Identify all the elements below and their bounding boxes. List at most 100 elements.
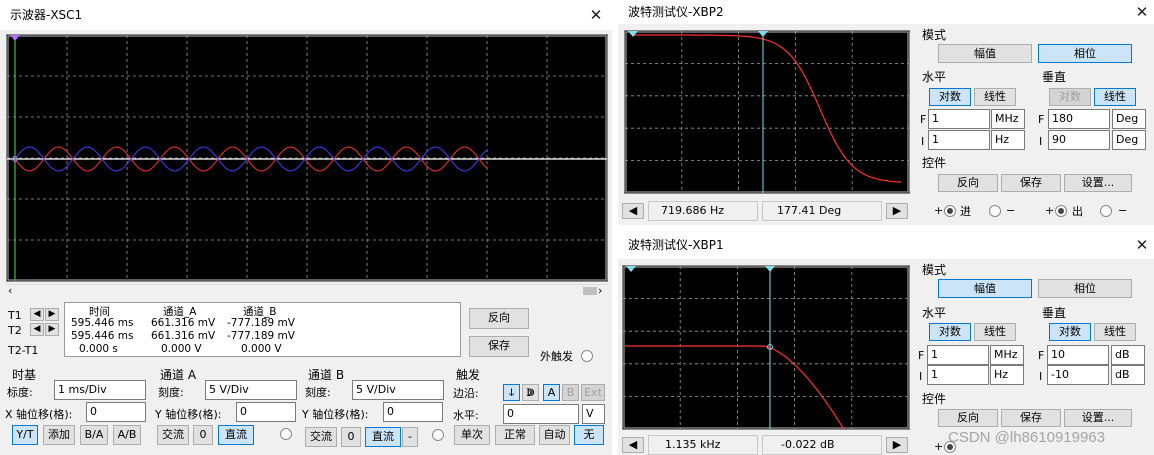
add-button[interactable]: 添加 bbox=[43, 425, 75, 445]
bode1-magnitude-button[interactable]: 幅值 bbox=[938, 279, 1032, 298]
channel-b-ac-button[interactable]: 交流 bbox=[305, 427, 337, 447]
channel-a-zero-button[interactable]: 0 bbox=[193, 425, 213, 445]
bode2-out-plus-radio[interactable] bbox=[1055, 205, 1067, 217]
bode1-reverse-button[interactable]: 反向 bbox=[938, 409, 998, 427]
trigger-level-unit[interactable]: V bbox=[582, 404, 605, 424]
t1-left-arrow-icon[interactable]: ◀ bbox=[30, 308, 44, 321]
bode1-h-final-unit[interactable]: MHz bbox=[990, 345, 1024, 365]
bode2-in-minus-radio[interactable] bbox=[989, 205, 1001, 217]
channel-b-radio[interactable] bbox=[432, 429, 444, 441]
bode2-save-button[interactable]: 保存 bbox=[1001, 174, 1061, 192]
trigger-source-ext-button[interactable]: Ext bbox=[581, 384, 605, 401]
x-position-field[interactable]: 0 bbox=[86, 402, 146, 422]
bode2-h-log-button[interactable]: 对数 bbox=[929, 88, 971, 106]
bode2-h-initial-unit[interactable]: Hz bbox=[991, 130, 1025, 150]
channel-b-dc-button[interactable]: 直流 bbox=[365, 427, 401, 447]
magnitude-curve bbox=[625, 345, 845, 429]
scroll-thumb[interactable] bbox=[583, 287, 597, 295]
phase-curve bbox=[633, 34, 902, 183]
channel-a-scale-field[interactable]: 5 V/Div bbox=[205, 380, 297, 400]
bode1-save-button[interactable]: 保存 bbox=[1001, 409, 1061, 427]
t2-channel-a: 661.316 mV bbox=[151, 330, 216, 342]
bode2-out-plus-label: + bbox=[1045, 204, 1055, 217]
channel-a-dc-button[interactable]: 直流 bbox=[218, 425, 254, 445]
bode2-v-final-field[interactable]: 180 bbox=[1048, 109, 1110, 129]
bode2-right-arrow-icon[interactable]: ▶ bbox=[886, 203, 908, 219]
bode1-plot[interactable] bbox=[622, 265, 910, 430]
none-button[interactable]: 无 bbox=[574, 425, 604, 445]
normal-button[interactable]: 正常 bbox=[495, 425, 535, 445]
timebase-scale-field[interactable]: 1 ms/Div bbox=[54, 380, 146, 400]
bode1-h-lin-button[interactable]: 线性 bbox=[974, 323, 1016, 341]
ba-button[interactable]: B/A bbox=[80, 425, 108, 445]
falling-edge-icon[interactable]: ↇ bbox=[522, 384, 539, 401]
bode2-h-lin-button[interactable]: 线性 bbox=[974, 88, 1016, 106]
close-icon[interactable]: ✕ bbox=[582, 0, 610, 30]
reverse-button[interactable]: 反向 bbox=[469, 308, 529, 329]
channel-b-minus-button[interactable]: - bbox=[402, 427, 418, 447]
channel-a-ypos-field[interactable]: 0 bbox=[236, 402, 296, 422]
bode2-setup-button[interactable]: 设置... bbox=[1064, 174, 1132, 192]
bode1-v-log-button[interactable]: 对数 bbox=[1049, 323, 1091, 341]
bode1-v-initial-field[interactable]: -10 bbox=[1047, 365, 1109, 385]
save-button[interactable]: 保存 bbox=[469, 336, 529, 357]
bode1-v-lin-button[interactable]: 线性 bbox=[1094, 323, 1136, 341]
trigger-level-field[interactable]: 0 bbox=[503, 404, 579, 424]
bode2-in-plus-radio[interactable] bbox=[944, 205, 956, 217]
channel-b-zero-button[interactable]: 0 bbox=[341, 427, 361, 447]
bode1-h-log-button[interactable]: 对数 bbox=[929, 323, 971, 341]
oscilloscope-screen[interactable] bbox=[6, 34, 608, 282]
bode1-right-arrow-icon[interactable]: ▶ bbox=[886, 437, 908, 453]
bode2-h-initial-field[interactable]: 1 bbox=[928, 130, 990, 150]
channel-b-ypos-field[interactable]: 0 bbox=[383, 402, 443, 422]
bode1-v-final-field[interactable]: 10 bbox=[1047, 345, 1109, 365]
bode1-left-arrow-icon[interactable]: ◀ bbox=[622, 437, 644, 453]
bode2-v-log-button[interactable]: 对数 bbox=[1049, 88, 1091, 106]
bode1-h-initial-unit[interactable]: Hz bbox=[990, 365, 1024, 385]
bode1-phase-button[interactable]: 相位 bbox=[1038, 279, 1132, 298]
channel-a-radio[interactable] bbox=[280, 428, 292, 440]
bode2-phase-button[interactable]: 相位 bbox=[1038, 44, 1132, 63]
bode2-h-final-unit[interactable]: MHz bbox=[991, 109, 1025, 129]
bode1-h-initial-label: I bbox=[919, 370, 923, 383]
external-trigger-radio[interactable] bbox=[581, 350, 593, 362]
bode2-plot[interactable] bbox=[624, 30, 910, 194]
scroll-right-icon[interactable]: › bbox=[598, 284, 602, 297]
close-icon[interactable]: ✕ bbox=[1128, 231, 1154, 259]
bode1-v-initial-unit[interactable]: dB bbox=[1111, 365, 1145, 385]
bode2-v-final-unit[interactable]: Deg bbox=[1112, 109, 1146, 129]
rising-edge-icon[interactable]: ↆ bbox=[503, 384, 520, 401]
bode2-v-initial-label: I bbox=[1039, 135, 1043, 148]
yt-button[interactable]: Y/T bbox=[12, 425, 38, 445]
trigger-source-a-button[interactable]: A bbox=[543, 384, 560, 401]
close-icon[interactable]: ✕ bbox=[1128, 0, 1154, 24]
scroll-left-icon[interactable]: ‹ bbox=[8, 284, 12, 297]
t2-channel-b: -777.189 mV bbox=[227, 330, 295, 342]
ab-button[interactable]: A/B bbox=[113, 425, 141, 445]
t2-left-arrow-icon[interactable]: ◀ bbox=[30, 323, 44, 336]
bode2-left-arrow-icon[interactable]: ◀ bbox=[622, 203, 644, 219]
bode2-reverse-button[interactable]: 反向 bbox=[938, 174, 998, 192]
bode1-h-initial-field[interactable]: 1 bbox=[927, 365, 989, 385]
auto-button[interactable]: 自动 bbox=[539, 425, 570, 445]
bode1-h-final-field[interactable]: 1 bbox=[927, 345, 989, 365]
single-button[interactable]: 单次 bbox=[454, 425, 490, 445]
trigger-source-b-button[interactable]: B bbox=[562, 384, 579, 401]
bode1-setup-button[interactable]: 设置... bbox=[1064, 409, 1132, 427]
bode2-v-initial-field[interactable]: 90 bbox=[1048, 130, 1110, 150]
bode-plotter-xbp1-window: 波特测试仪-XBP1 ✕ ◀ 1.135 kHz -0.022 dB ▶ 模式 … bbox=[618, 231, 1154, 455]
bode2-magnitude-button[interactable]: 幅值 bbox=[938, 44, 1032, 63]
bode2-h-final-field[interactable]: 1 bbox=[928, 109, 990, 129]
t1-right-arrow-icon[interactable]: ▶ bbox=[45, 308, 59, 321]
t2-right-arrow-icon[interactable]: ▶ bbox=[45, 323, 59, 336]
bode2-h-final-label: F bbox=[920, 113, 927, 126]
channel-a-ac-button[interactable]: 交流 bbox=[157, 425, 189, 445]
bode2-out-minus-radio[interactable] bbox=[1100, 205, 1112, 217]
bode2-h-initial-label: I bbox=[921, 135, 925, 148]
horizontal-scrollbar[interactable]: ‹ › bbox=[6, 284, 608, 297]
channel-b-scale-field[interactable]: 5 V/Div bbox=[352, 380, 444, 400]
bode2-v-initial-unit[interactable]: Deg bbox=[1112, 130, 1146, 150]
cursor-readout-panel: 时间 通道_A 通道_B 595.446 ms 661.316 mV -777.… bbox=[64, 302, 461, 357]
bode2-v-lin-button[interactable]: 线性 bbox=[1094, 88, 1136, 106]
bode1-v-final-unit[interactable]: dB bbox=[1111, 345, 1145, 365]
